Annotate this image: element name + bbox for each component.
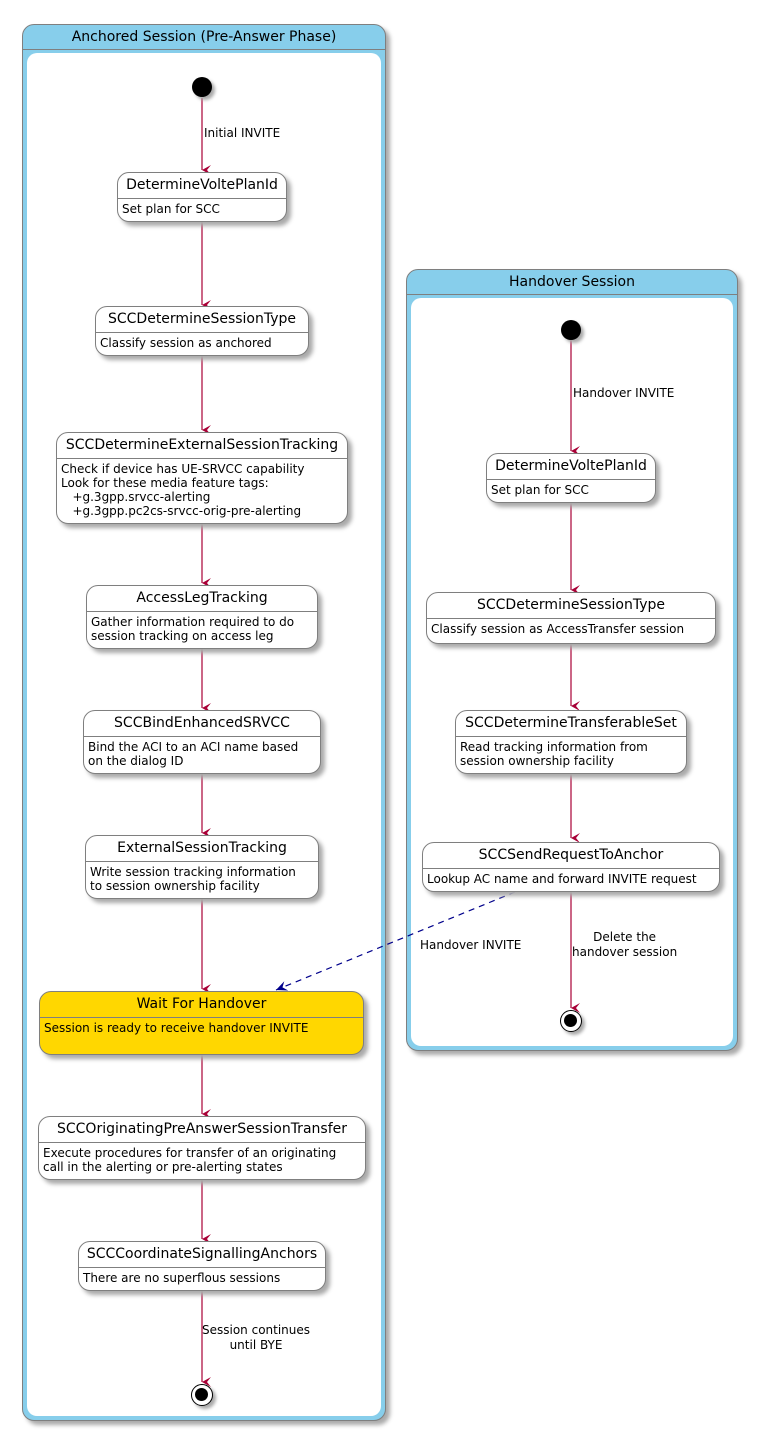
anchored-initial-state <box>192 77 212 97</box>
state-handover-send-request-to-anchor[interactable]: SCCSendRequestToAnchor Lookup AC name an… <box>422 842 720 892</box>
state-desc: There are no superflous sessions <box>83 1271 281 1285</box>
edge-label-handover-invite: Handover INVITE <box>573 386 675 400</box>
state-anchored-determine-external-session-tracking[interactable]: SCCDetermineExternalSessionTracking Chec… <box>56 432 348 524</box>
edge-label-cross-handover-invite: Handover INVITE <box>420 938 522 952</box>
state-desc: Classify session as anchored <box>100 336 272 350</box>
state-name: ExternalSessionTracking <box>86 836 318 862</box>
state-anchored-access-leg-tracking[interactable]: AccessLegTracking Gather information req… <box>86 585 318 649</box>
state-handover-determine-transferable-set[interactable]: SCCDetermineTransferableSet Read trackin… <box>455 710 687 774</box>
state-name: SCCDetermineExternalSessionTracking <box>57 433 347 459</box>
state-name: SCCCoordinateSignallingAnchors <box>79 1242 325 1268</box>
edge-label-delete-handover-session: Delete the handover session <box>572 930 678 959</box>
state-name: SCCOriginatingPreAnswerSessionTransfer <box>39 1117 365 1143</box>
state-desc: Set plan for SCC <box>122 202 220 216</box>
handover-initial-state <box>561 320 581 340</box>
state-desc: Session is ready to receive handover INV… <box>44 1021 309 1035</box>
state-desc: Read tracking information from session o… <box>460 740 648 768</box>
state-name: SCCDetermineSessionType <box>96 307 308 333</box>
state-name: DetermineVoltePlanId <box>487 454 655 480</box>
state-name: Wait For Handover <box>40 992 363 1018</box>
state-desc: Bind the ACI to an ACI name based on the… <box>88 740 299 768</box>
state-handover-determine-volte-plan-id[interactable]: DetermineVoltePlanId Set plan for SCC <box>486 453 656 503</box>
state-anchored-determine-volte-plan-id[interactable]: DetermineVoltePlanId Set plan for SCC <box>117 172 287 222</box>
state-anchored-determine-session-type[interactable]: SCCDetermineSessionType Classify session… <box>95 306 309 356</box>
handover-final-state <box>560 1010 582 1032</box>
handover-session-title: Handover Session <box>407 270 737 295</box>
state-anchored-wait-for-handover[interactable]: Wait For Handover Session is ready to re… <box>39 991 364 1055</box>
state-anchored-external-session-tracking[interactable]: ExternalSessionTracking Write session tr… <box>85 835 319 899</box>
edge-label-session-continues: Session continues until BYE <box>202 1323 311 1352</box>
state-name: SCCBindEnhancedSRVCC <box>84 711 320 737</box>
state-desc: Execute procedures for transfer of an or… <box>43 1146 337 1174</box>
state-desc: Write session tracking information to se… <box>90 865 296 893</box>
state-name: SCCDetermineSessionType <box>427 593 715 619</box>
state-anchored-coordinate-signalling-anchors[interactable]: SCCCoordinateSignallingAnchors There are… <box>78 1241 326 1291</box>
edge-label-initial-invite: Initial INVITE <box>204 126 281 140</box>
state-desc: Lookup AC name and forward INVITE reques… <box>427 872 697 886</box>
state-name: DetermineVoltePlanId <box>118 173 286 199</box>
anchored-session-title: Anchored Session (Pre-Answer Phase) <box>23 25 385 50</box>
state-name: SCCSendRequestToAnchor <box>423 843 719 869</box>
state-anchored-bind-enhanced-srvcc[interactable]: SCCBindEnhancedSRVCC Bind the ACI to an … <box>83 710 321 774</box>
state-desc: Check if device has UE-SRVCC capability … <box>61 462 305 518</box>
state-desc: Gather information required to do sessio… <box>91 615 295 643</box>
anchored-final-state <box>191 1384 213 1406</box>
state-anchored-originating-pre-answer-session-transfer[interactable]: SCCOriginatingPreAnswerSessionTransfer E… <box>38 1116 366 1180</box>
state-handover-determine-session-type[interactable]: SCCDetermineSessionType Classify session… <box>426 592 716 644</box>
state-name: AccessLegTracking <box>87 586 317 612</box>
state-desc: Set plan for SCC <box>491 483 589 497</box>
state-desc: Classify session as AccessTransfer sessi… <box>431 622 685 636</box>
state-name: SCCDetermineTransferableSet <box>456 711 686 737</box>
